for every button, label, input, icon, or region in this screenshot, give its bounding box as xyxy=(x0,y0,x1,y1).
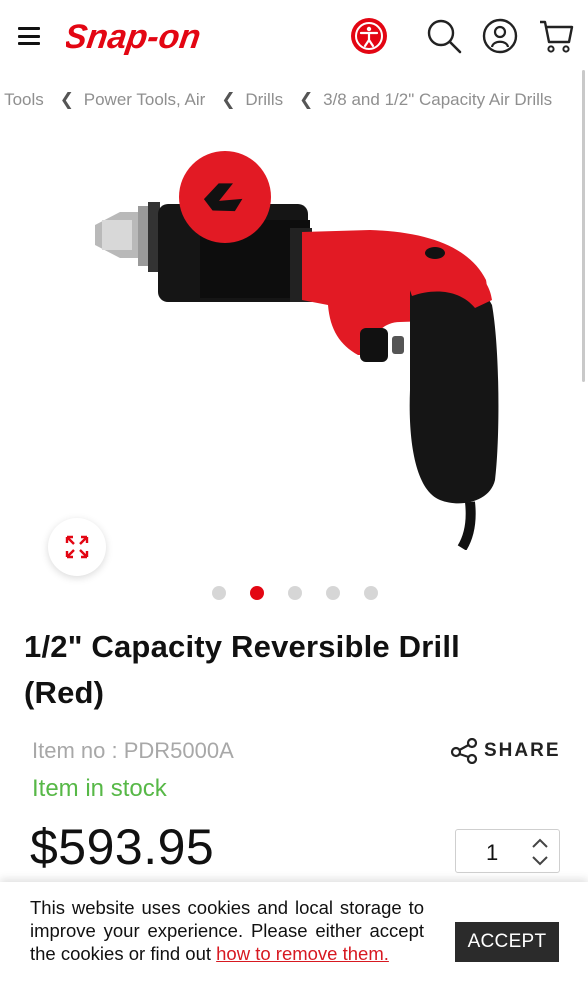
breadcrumb-item[interactable]: 3/8 and 1/2" Capacity Air Drills xyxy=(323,90,552,110)
share-button[interactable]: SHARE xyxy=(450,738,561,764)
accessibility-icon[interactable] xyxy=(349,16,389,56)
cart-icon[interactable] xyxy=(536,16,576,56)
quantity-stepper[interactable]: 1 xyxy=(455,829,560,873)
carousel-dot[interactable] xyxy=(364,586,378,600)
page-scrollbar[interactable] xyxy=(582,70,585,382)
breadcrumb-item[interactable]: Power Tools, Air xyxy=(84,90,206,110)
chevron-left-icon: ❮ xyxy=(221,90,236,109)
cookie-banner: This website uses cookies and local stor… xyxy=(0,882,588,1000)
breadcrumb: r Tools ❮ Power Tools, Air ❮ Drills ❮ 3/… xyxy=(0,88,588,114)
breadcrumb-item[interactable]: r Tools xyxy=(0,90,44,110)
stock-status: Item in stock xyxy=(32,775,167,802)
site-header: Snap-on xyxy=(0,0,588,76)
stepper-arrows-icon[interactable] xyxy=(531,836,549,868)
share-label: SHARE xyxy=(484,740,561,761)
search-icon[interactable] xyxy=(424,16,464,56)
brand-text: Snap-on xyxy=(66,18,203,56)
image-carousel-dots xyxy=(212,586,402,600)
carousel-dot[interactable] xyxy=(212,586,226,600)
expand-image-button[interactable] xyxy=(48,518,106,576)
carousel-dot-active[interactable] xyxy=(250,586,264,600)
item-number: Item no : PDR5000A xyxy=(32,738,234,763)
expand-icon xyxy=(65,535,89,559)
product-price: $593.95 xyxy=(30,819,215,875)
account-icon[interactable] xyxy=(480,16,520,56)
menu-icon[interactable] xyxy=(18,27,40,45)
carousel-dot[interactable] xyxy=(326,586,340,600)
breadcrumb-item[interactable]: Drills xyxy=(245,90,283,110)
snap-on-logo[interactable]: Snap-on xyxy=(66,12,242,62)
chevron-left-icon: ❮ xyxy=(59,90,75,109)
cookie-message: This website uses cookies and local stor… xyxy=(30,896,424,965)
accept-cookies-button[interactable]: ACCEPT xyxy=(455,922,559,962)
product-image[interactable] xyxy=(40,140,560,551)
chevron-left-icon: ❮ xyxy=(299,90,314,109)
cookie-remove-link[interactable]: how to remove them. xyxy=(216,943,389,964)
share-icon xyxy=(450,738,478,764)
product-title: 1/2" Capacity Reversible Drill (Red) xyxy=(24,629,460,710)
carousel-dot[interactable] xyxy=(288,586,302,600)
quantity-value[interactable]: 1 xyxy=(486,840,498,866)
